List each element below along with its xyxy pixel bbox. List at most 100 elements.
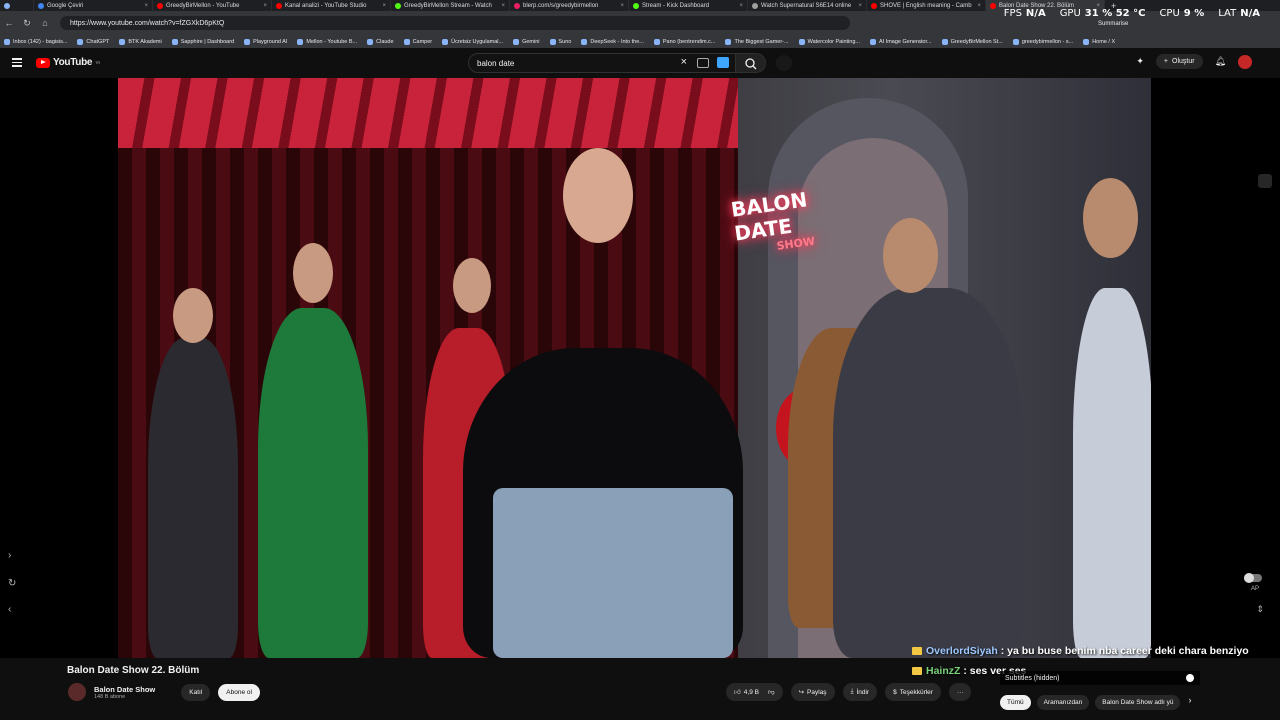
chat-username: OverlordSiyah (926, 645, 998, 657)
download-button[interactable]: ⤓ İndir (842, 683, 878, 701)
man-head (883, 218, 938, 293)
chip-from-search[interactable]: Aramanızdan (1036, 695, 1090, 710)
youtube-header: YouTube TR balon date × ✦ + Oluştur 🔔︎ (0, 48, 1280, 78)
gpu-readout: GPU 31 % 52 °C (1059, 8, 1146, 19)
summarise-button[interactable]: Summarise (1098, 21, 1128, 27)
bookmark-item[interactable]: Sapphire | Dashboard (171, 38, 234, 45)
search-button[interactable] (736, 53, 766, 73)
video-title: Balon Date Show 22. Bölüm (67, 665, 200, 676)
more-actions-button[interactable]: ··· (948, 683, 972, 701)
share-icon: ↪ (798, 689, 805, 696)
menu-icon[interactable] (12, 58, 22, 67)
chip-all[interactable]: Tümü (1000, 695, 1031, 710)
close-icon[interactable]: × (382, 3, 386, 9)
back-icon[interactable]: ← (0, 18, 18, 28)
browser-tab[interactable]: Watch Supernatural S6E14 online × (748, 0, 867, 11)
bookmark-item[interactable]: Home / X (1083, 38, 1115, 45)
tab-favicon-icon (871, 2, 877, 9)
replay-icon[interactable]: ↻ (8, 578, 16, 589)
thumbs-up-icon: 👍︎ (734, 689, 741, 696)
browser-tab[interactable]: Kanal analizi - YouTube Studio × (272, 0, 391, 11)
share-button[interactable]: ↪ Paylaş (790, 683, 835, 701)
channel-avatar[interactable] (68, 683, 86, 701)
chevron-left-icon[interactable]: ‹ (8, 604, 11, 615)
join-button[interactable]: Katıl (181, 683, 211, 701)
autoplay-toggle[interactable] (1244, 573, 1262, 583)
translate-icon[interactable] (717, 57, 729, 68)
casting-icon[interactable]: ✦ (1136, 56, 1144, 67)
browser-tab[interactable]: Stream - Kick Dashboard × (629, 0, 748, 11)
account-avatar[interactable] (1238, 54, 1252, 69)
channel-name[interactable]: Balon Date Show (94, 685, 155, 694)
keyboard-icon[interactable] (697, 58, 709, 68)
microphone-icon[interactable] (776, 55, 792, 71)
bookmark-item[interactable]: Claude (367, 38, 394, 45)
subscribe-button[interactable]: Abone ol (218, 683, 260, 701)
home-icon[interactable]: ⌂ (36, 18, 54, 28)
bookmark-item[interactable]: Playground AI (244, 38, 287, 45)
close-icon[interactable]: × (144, 3, 148, 9)
bookmark-item[interactable]: DeepSeek - Into the... (581, 38, 644, 45)
chat-settings-icon[interactable] (1258, 174, 1272, 188)
close-icon[interactable]: × (977, 3, 981, 9)
bookmark-icon (367, 38, 374, 45)
chip-channel[interactable]: Balon Date Show adlı yü (1095, 695, 1181, 710)
close-icon[interactable]: × (501, 3, 505, 9)
close-icon[interactable]: × (858, 3, 862, 9)
bookmark-item[interactable]: Suno (549, 38, 571, 45)
create-button[interactable]: + Oluştur (1155, 54, 1203, 69)
close-icon[interactable]: × (739, 3, 743, 9)
bookmark-icon (442, 38, 449, 45)
tab-favicon-icon (752, 2, 758, 9)
expand-icon[interactable]: ⇕ (1256, 604, 1264, 615)
like-button[interactable]: 👍︎ 4,9 B 👎︎ (726, 683, 783, 701)
video-player[interactable]: BALON DATE SHOW › ↻ ‹ AP ⇕ (0, 78, 1280, 658)
bookmark-item[interactable]: Watercolor Painting... (798, 38, 860, 45)
video-frame[interactable]: BALON DATE SHOW (118, 78, 1151, 658)
browser-tab[interactable] (0, 0, 34, 11)
crown-badge-icon (912, 647, 922, 656)
bookmark-item[interactable]: BTK Akademi (119, 38, 162, 45)
url-text: https://www.youtube.com/watch?v=fZGXkD6p… (70, 19, 225, 27)
thanks-button[interactable]: $ Teşekkürler (885, 683, 941, 701)
lat-readout: LAT N/A (1218, 8, 1260, 19)
check-icon[interactable] (1186, 674, 1194, 682)
browser-tab[interactable]: GreedyBirMellon - YouTube × (153, 0, 272, 11)
bookmark-item[interactable]: Gemini (513, 38, 540, 45)
youtube-logo[interactable]: YouTube TR (36, 57, 100, 68)
chevron-right-icon[interactable]: › (1188, 695, 1191, 710)
bookmark-item[interactable]: The Biggest Gamer-... (725, 38, 789, 45)
bookmark-item[interactable]: GreedyBirMellon St... (941, 38, 1003, 45)
url-field[interactable]: https://www.youtube.com/watch?v=fZGXkD6p… (60, 16, 850, 30)
browser-tab[interactable]: blerp.com/s/greedybirmellon × (510, 0, 629, 11)
notification-bell-icon[interactable]: 🔔︎ (1215, 56, 1226, 67)
autoplay-label: AP (1250, 586, 1259, 592)
contestant-head (293, 243, 333, 303)
browser-tab[interactable]: GreedyBirMellon Stream - Watch × (391, 0, 510, 11)
bookmark-item[interactable]: Mellon - Youtube B... (297, 38, 357, 45)
chevron-right-icon[interactable]: › (8, 550, 11, 561)
tab-favicon-icon (157, 2, 163, 9)
close-icon[interactable]: × (263, 3, 267, 9)
tab-label: Stream - Kick Dashboard (642, 2, 710, 9)
subscriber-count: 148 B abone (94, 693, 126, 700)
refresh-icon[interactable]: ↻ (18, 18, 36, 29)
dislike-icon[interactable]: 👎︎ (768, 688, 775, 696)
channel-row: Balon Date Show 148 B abone Katıl Abone … (68, 683, 260, 701)
browser-tab[interactable]: Google Çeviri × (34, 0, 153, 11)
bookmark-item[interactable]: greedybirmellon - s... (1012, 38, 1073, 45)
search-input[interactable]: balon date × (468, 53, 736, 73)
browser-tab[interactable]: SHOVE | English meaning - Camb × (867, 0, 986, 11)
bookmark-item[interactable]: AI Image Generator... (869, 38, 932, 45)
bookmark-item[interactable]: Pano (bentrendim.c... (653, 38, 715, 45)
close-icon[interactable]: × (620, 3, 624, 9)
tab-favicon-icon (514, 2, 520, 9)
clear-search-icon[interactable]: × (681, 56, 687, 68)
recommendation-chips: Tümü Aramanızdan Balon Date Show adlı yü… (1000, 695, 1191, 710)
bookmark-item[interactable]: Inbox (142) - bagisis... (4, 38, 67, 45)
bookmark-item[interactable]: Ücretsiz Uygulamal... (442, 38, 503, 45)
man-in-suit (833, 288, 1023, 658)
bookmark-icon (798, 38, 805, 45)
bookmark-item[interactable]: ChatGPT (77, 38, 109, 45)
bookmark-item[interactable]: Camper (403, 38, 432, 45)
